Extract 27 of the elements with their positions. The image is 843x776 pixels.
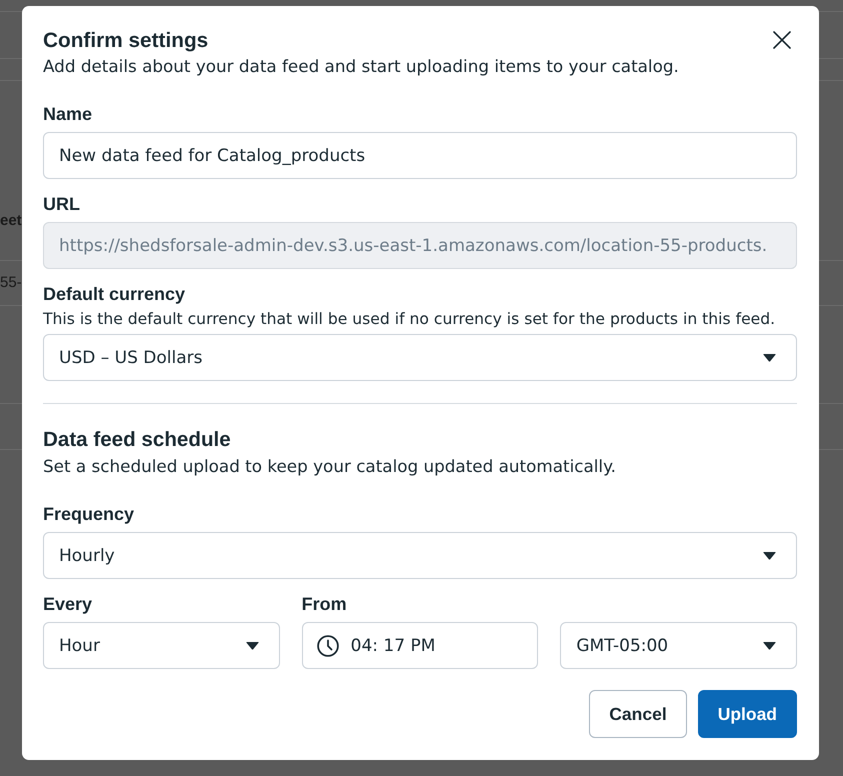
help-text: This is the default currency that will be used if no currency is set for the products in this feed. xyxy=(43,309,776,329)
table-cell: 55- xyxy=(0,273,22,293)
caret-icon xyxy=(763,552,776,560)
currency-select[interactable]: USD – US Dollars xyxy=(43,334,797,381)
interval-select[interactable]: Hour xyxy=(43,622,280,669)
field-label: Frequency xyxy=(43,503,136,525)
frequency-select[interactable]: Hourly xyxy=(43,532,797,579)
section-description: Set a scheduled upload to keep your catalog updated automatically. xyxy=(43,455,617,477)
timezone-select[interactable]: GMT-05:00 xyxy=(560,622,797,669)
cancel-button[interactable]: Cancel xyxy=(589,690,687,738)
caret-icon xyxy=(763,642,776,650)
dialog-title: Confirm settings xyxy=(43,29,210,53)
clock-icon xyxy=(316,634,339,656)
section-title: Data feed schedule xyxy=(43,428,232,452)
field-label: From xyxy=(302,593,348,615)
column-heading: eet xyxy=(0,211,22,231)
upload-button[interactable]: Upload xyxy=(698,690,797,738)
text-input-field[interactable]: New data feed for Catalog_products xyxy=(43,132,797,179)
field-label: URL xyxy=(43,193,81,215)
close-icon xyxy=(773,31,791,49)
caret-icon xyxy=(246,642,259,650)
time-field[interactable]: 04: 17 PM xyxy=(302,622,538,669)
field-label: Every xyxy=(43,593,94,615)
dialog-subtitle: Add details about your data feed and start uploading items to your catalog. xyxy=(43,55,679,77)
field-label: Default currency xyxy=(43,283,186,305)
field-label: Name xyxy=(43,103,94,125)
caret-icon xyxy=(763,354,776,362)
